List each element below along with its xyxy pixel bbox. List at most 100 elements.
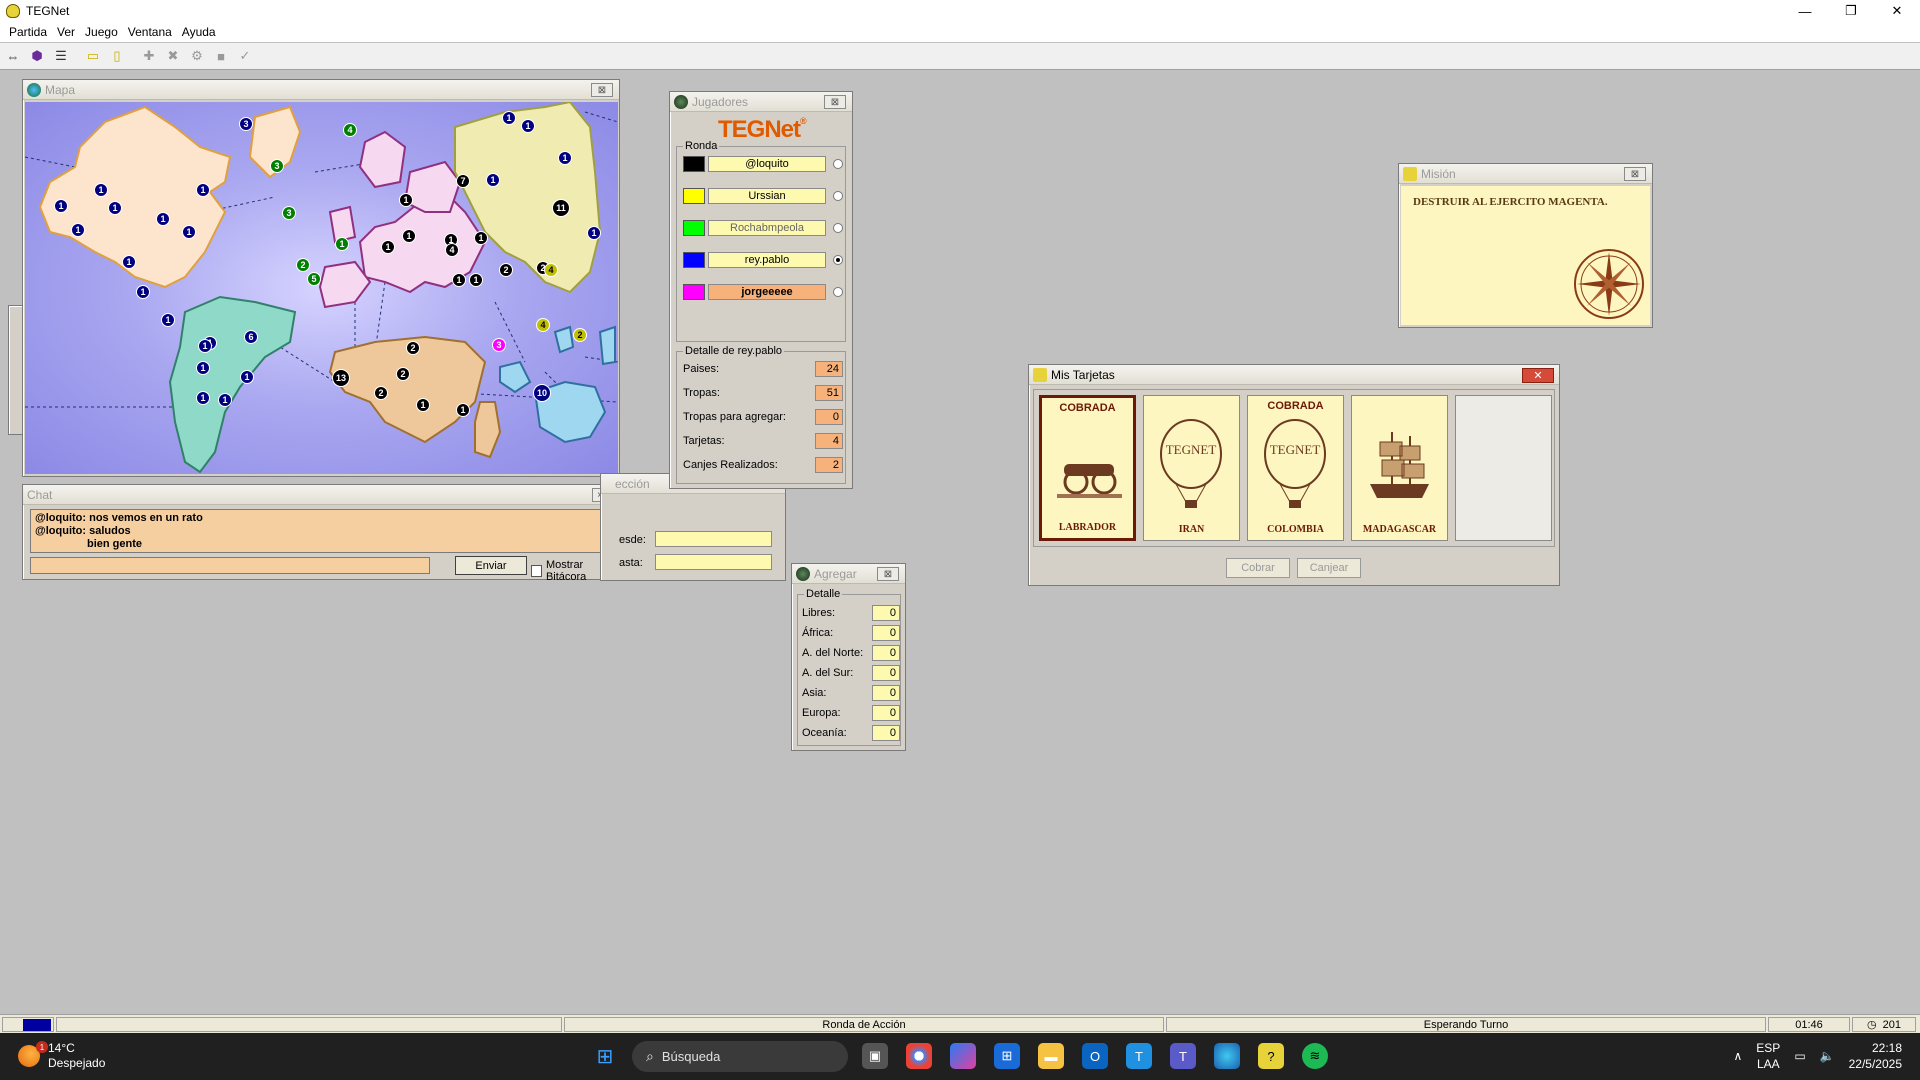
menu-juego[interactable]: Juego xyxy=(80,25,123,39)
army-count-marker[interactable]: 11 xyxy=(552,199,570,217)
chrome-icon[interactable] xyxy=(906,1043,932,1069)
army-count-marker[interactable]: 1 xyxy=(402,229,416,243)
teams-icon[interactable]: T xyxy=(1170,1043,1196,1069)
army-count-marker[interactable]: 1 xyxy=(198,339,212,353)
army-count-marker[interactable]: 1 xyxy=(474,231,488,245)
language-primary[interactable]: ESP xyxy=(1756,1040,1780,1056)
country-card[interactable]: TEGNET IRAN xyxy=(1143,395,1240,541)
card-get-icon[interactable]: ■ xyxy=(210,45,232,67)
player-row[interactable]: Rochabmpeola xyxy=(683,219,843,237)
army-count-marker[interactable]: 13 xyxy=(332,369,350,387)
country-card[interactable]: MADAGASCAR xyxy=(1351,395,1448,541)
outlook-icon[interactable]: O xyxy=(1082,1043,1108,1069)
country-card[interactable]: COBRADA TEGNET COLOMBIA xyxy=(1247,395,1344,541)
exchange-button[interactable]: Canjear xyxy=(1297,558,1361,578)
menu-ayuda[interactable]: Ayuda xyxy=(177,25,221,39)
mission-close-button[interactable]: ⊠ xyxy=(1624,167,1646,181)
army-count-marker[interactable]: 2 xyxy=(396,367,410,381)
army-count-marker[interactable]: 5 xyxy=(307,272,321,286)
regroup-icon[interactable]: ⚙ xyxy=(186,45,208,67)
collect-button[interactable]: Cobrar xyxy=(1226,558,1290,578)
army-count-marker[interactable]: 1 xyxy=(196,391,210,405)
player-row[interactable]: Urssian xyxy=(683,187,843,205)
army-count-marker[interactable]: 1 xyxy=(521,119,535,133)
army-count-marker[interactable]: 3 xyxy=(239,117,253,131)
file-explorer-icon[interactable]: ▬ xyxy=(1038,1043,1064,1069)
cards-icon[interactable]: ▭ xyxy=(82,45,104,67)
list-icon[interactable]: ☰ xyxy=(50,45,72,67)
add-window-title[interactable]: Agregar ⊠ xyxy=(792,564,905,584)
weather-widget[interactable]: 1 14°C Despejado xyxy=(18,1041,105,1071)
attack-icon[interactable]: ✖ xyxy=(162,45,184,67)
army-count-marker[interactable]: 2 xyxy=(573,328,587,342)
add-icon[interactable]: ✚ xyxy=(138,45,160,67)
menu-ver[interactable]: Ver xyxy=(52,25,80,39)
army-count-marker[interactable]: 1 xyxy=(161,313,175,327)
checkbox-box[interactable] xyxy=(531,565,542,577)
chat-window-title[interactable]: Chat × xyxy=(23,485,618,505)
end-turn-icon[interactable]: ✓ xyxy=(234,45,256,67)
connect-icon[interactable]: ⇔ xyxy=(2,45,24,67)
tegnet-taskbar-icon[interactable]: ? xyxy=(1258,1043,1284,1069)
taskbar-time[interactable]: 22:18 xyxy=(1849,1040,1902,1056)
players-close-button[interactable]: ⊠ xyxy=(824,95,846,109)
army-count-marker[interactable]: 1 xyxy=(502,111,516,125)
army-count-marker[interactable]: 1 xyxy=(335,237,349,251)
army-count-marker[interactable]: 1 xyxy=(156,212,170,226)
army-count-marker[interactable]: 1 xyxy=(381,240,395,254)
army-count-marker[interactable]: 1 xyxy=(486,173,500,187)
army-count-marker[interactable]: 7 xyxy=(456,174,470,188)
network-icon[interactable]: ▭ xyxy=(1794,1049,1805,1063)
todo-icon[interactable]: T xyxy=(1126,1043,1152,1069)
chat-log[interactable]: @loquito: nos vemos en un rato @loquito:… xyxy=(30,509,610,553)
army-count-marker[interactable]: 2 xyxy=(296,258,310,272)
army-count-marker[interactable]: 4 xyxy=(445,243,459,257)
army-count-marker[interactable]: 3 xyxy=(270,159,284,173)
army-count-marker[interactable]: 1 xyxy=(452,273,466,287)
add-close-button[interactable]: ⊠ xyxy=(877,567,899,581)
menu-ventana[interactable]: Ventana xyxy=(123,25,177,39)
army-count-marker[interactable]: 3 xyxy=(492,338,506,352)
army-count-marker[interactable]: 1 xyxy=(108,201,122,215)
language-secondary[interactable]: LAA xyxy=(1756,1056,1780,1072)
from-field[interactable] xyxy=(655,531,772,547)
army-count-marker[interactable]: 1 xyxy=(136,285,150,299)
army-count-marker[interactable]: 2 xyxy=(406,341,420,355)
mission-icon[interactable]: ▯ xyxy=(106,45,128,67)
spotify-icon[interactable]: ≋ xyxy=(1302,1043,1328,1069)
army-count-marker[interactable]: 1 xyxy=(218,393,232,407)
edge-icon[interactable] xyxy=(1214,1043,1240,1069)
menu-partida[interactable]: Partida xyxy=(4,25,52,39)
cards-window-title[interactable]: Mis Tarjetas ✕ xyxy=(1029,365,1559,385)
maximize-button[interactable]: ❐ xyxy=(1828,0,1874,22)
players-window-title[interactable]: Jugadores ⊠ xyxy=(670,92,852,112)
army-count-marker[interactable]: 1 xyxy=(456,403,470,417)
army-count-marker[interactable]: 1 xyxy=(94,183,108,197)
volume-icon[interactable]: 🔈 xyxy=(1820,1049,1835,1063)
army-count-marker[interactable]: 1 xyxy=(196,183,210,197)
army-count-marker[interactable]: 4 xyxy=(536,318,550,332)
chat-input[interactable] xyxy=(30,557,430,574)
send-button[interactable]: Enviar xyxy=(455,556,527,575)
mission-window-title[interactable]: Misión ⊠ xyxy=(1399,164,1652,184)
army-count-marker[interactable]: 1 xyxy=(240,370,254,384)
army-count-marker[interactable]: 1 xyxy=(71,223,85,237)
army-count-marker[interactable]: 2 xyxy=(374,386,388,400)
minimize-button[interactable]: — xyxy=(1782,0,1828,22)
map-window-title[interactable]: Mapa ⊠ xyxy=(23,80,619,100)
army-count-marker[interactable]: 10 xyxy=(533,384,551,402)
army-count-marker[interactable]: 1 xyxy=(469,273,483,287)
army-count-marker[interactable]: 4 xyxy=(544,263,558,277)
army-count-marker[interactable]: 1 xyxy=(416,398,430,412)
cards-close-button[interactable]: ✕ xyxy=(1522,368,1554,383)
taskbar-date[interactable]: 22/5/2025 xyxy=(1849,1056,1902,1072)
close-button[interactable]: ✕ xyxy=(1874,0,1920,22)
map-close-button[interactable]: ⊠ xyxy=(591,83,613,97)
army-count-marker[interactable]: 1 xyxy=(399,193,413,207)
world-map[interactable]: 1111111113111111133247111112451114112161… xyxy=(25,102,618,474)
task-view-icon[interactable]: ▣ xyxy=(862,1043,888,1069)
army-count-marker[interactable]: 1 xyxy=(558,151,572,165)
to-field[interactable] xyxy=(655,554,772,570)
player-row[interactable]: @loquito xyxy=(683,155,843,173)
army-count-marker[interactable]: 6 xyxy=(244,330,258,344)
